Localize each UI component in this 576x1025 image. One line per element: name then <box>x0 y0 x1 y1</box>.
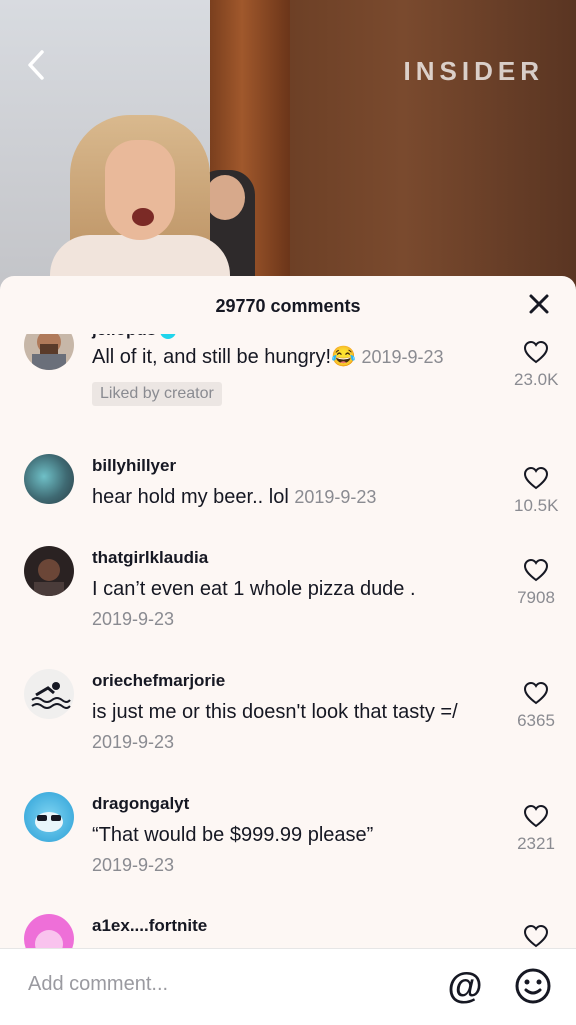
close-icon[interactable] <box>528 292 550 320</box>
comment-date: 2019-9-23 <box>92 855 175 875</box>
insider-watermark: INSIDER <box>403 56 544 86</box>
swirl-avatar-icon[interactable] <box>24 454 74 504</box>
like-count: 10.5K <box>514 496 559 515</box>
comments-sheet: 29770 comments jellopus✓ All of it, and … <box>0 276 576 1024</box>
mention-icon[interactable]: @ <box>446 967 484 1005</box>
like-count: 7908 <box>517 588 555 607</box>
like-button[interactable] <box>514 924 558 948</box>
comments-header: 29770 comments <box>0 276 576 334</box>
comment-username[interactable]: oriechefmarjorie <box>92 671 225 691</box>
heart-icon <box>523 924 549 948</box>
heart-icon <box>523 340 549 364</box>
comment-date: 2019-9-23 <box>361 347 444 367</box>
comment-text: “That would be $999.99 please” 2019-9-23 <box>92 824 374 875</box>
background-person-head <box>205 175 245 220</box>
woman-mouth <box>132 208 154 226</box>
like-button[interactable]: 23.0K <box>514 340 558 390</box>
liked-by-creator-badge: Liked by creator <box>92 382 222 406</box>
like-count: 6365 <box>517 711 555 730</box>
add-comment-input[interactable]: Add comment... <box>28 973 168 996</box>
comment-username[interactable]: billyhillyer <box>92 456 176 476</box>
like-button[interactable]: 2321 <box>514 804 558 854</box>
like-count: 23.0K <box>514 370 559 389</box>
comment-date: 2019-9-23 <box>92 609 175 629</box>
cartoon-avatar-icon[interactable] <box>24 792 74 842</box>
comment-text: is just me or this doesn't look that tas… <box>92 701 458 752</box>
like-button[interactable]: 7908 <box>514 558 558 608</box>
emoji-icon[interactable] <box>514 967 552 1005</box>
comment-username[interactable]: dragongalyt <box>92 794 189 814</box>
like-button[interactable]: 10.5K <box>514 466 558 516</box>
comment-text: I can’t even eat 1 whole pizza dude . 201… <box>92 578 416 629</box>
heart-icon <box>523 558 549 582</box>
comment-date: 2019-9-23 <box>294 487 377 507</box>
heart-icon <box>523 466 549 490</box>
heart-icon <box>523 804 549 828</box>
comment-date: 2019-9-23 <box>92 732 175 752</box>
heart-icon <box>523 681 549 705</box>
comment-list[interactable]: jellopus✓ All of it, and still be hungry… <box>0 334 576 948</box>
comment-text: hear hold my beer.. lol 2019-9-23 <box>92 486 377 508</box>
comment-count: 29770 comments <box>215 296 361 316</box>
video-background[interactable] <box>0 0 576 290</box>
girl-avatar-icon[interactable] <box>24 546 74 596</box>
man-avatar-icon[interactable] <box>24 334 74 370</box>
verified-badge-icon: ✓ <box>160 334 177 339</box>
comment-username[interactable]: thatgirlklaudia <box>92 548 208 568</box>
comment-username[interactable]: jellopus✓ <box>92 334 177 340</box>
pink-avatar-icon[interactable] <box>24 914 74 948</box>
like-button[interactable]: 6365 <box>514 681 558 731</box>
swimmer-avatar-icon[interactable] <box>24 669 74 719</box>
comment-composer: Add comment... @ <box>0 948 576 1025</box>
comment-username[interactable]: a1ex....fortnite <box>92 916 207 936</box>
back-arrow-icon[interactable] <box>22 48 52 82</box>
comment-text: All of it, and still be hungry!😂 2019-9-… <box>92 346 444 368</box>
like-count: 2321 <box>517 834 555 853</box>
